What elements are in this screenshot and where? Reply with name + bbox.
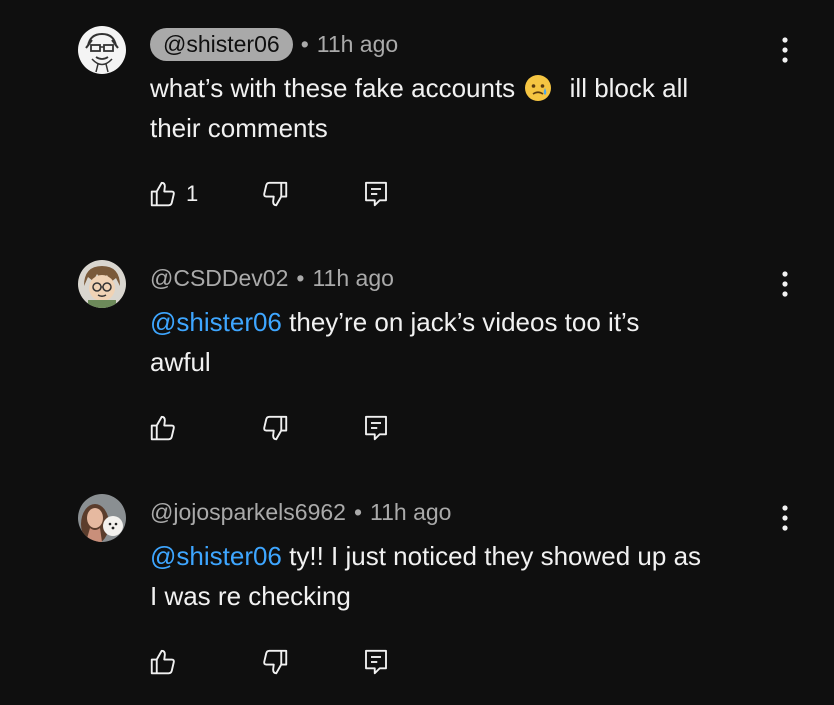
comment-text-line: their comments — [150, 113, 328, 143]
avatar-photo-icon — [78, 494, 126, 542]
dislike-button[interactable] — [260, 176, 290, 212]
reply-button[interactable] — [361, 644, 391, 680]
sad-tear-emoji-icon — [525, 75, 552, 101]
comment-item: @CSDDev02 • 11h ago @shister06 they’re o… — [0, 234, 834, 468]
meta-separator: • — [353, 499, 363, 525]
comment-actions: 1 — [148, 176, 408, 212]
avatar-drawing-icon — [78, 26, 126, 74]
meta-separator: • — [300, 31, 309, 57]
author-handle[interactable]: @jojosparkels6962 — [150, 499, 346, 526]
comment-text: what’s with these fake accounts ill bloc… — [150, 68, 770, 148]
thumbs-down-icon — [263, 415, 288, 441]
more-options-icon[interactable] — [770, 34, 800, 68]
avatar[interactable] — [78, 494, 126, 542]
reply-button[interactable] — [361, 410, 391, 446]
comment-time[interactable]: 11h ago — [370, 499, 451, 526]
mention-link[interactable]: @shister06 — [150, 541, 282, 571]
comment-meta: @jojosparkels6962 • 11h ago — [150, 496, 451, 529]
reply-comment-icon — [365, 649, 387, 675]
reply-comment-icon — [365, 415, 387, 441]
comment-time[interactable]: 11h ago — [317, 31, 398, 58]
comment-actions — [148, 410, 408, 446]
like-button[interactable] — [148, 410, 186, 446]
thumbs-up-icon — [150, 415, 175, 441]
avatar-drawing-icon — [78, 260, 126, 308]
avatar[interactable] — [78, 260, 126, 308]
comment-item: @jojosparkels6962 • 11h ago @shister06 t… — [0, 468, 834, 702]
dislike-button[interactable] — [260, 644, 290, 680]
comment-text-line: awful — [150, 347, 211, 377]
thumbs-down-icon — [263, 649, 288, 675]
dislike-button[interactable] — [260, 410, 290, 446]
thumbs-down-icon — [263, 181, 288, 207]
author-handle[interactable]: @shister06 — [150, 28, 293, 61]
meta-separator: • — [296, 265, 305, 291]
author-handle[interactable]: @CSDDev02 — [150, 265, 288, 292]
like-count: 1 — [186, 181, 199, 206]
thumbs-up-icon — [150, 181, 175, 207]
mention-link[interactable]: @shister06 — [150, 307, 282, 337]
thumbs-up-icon — [150, 649, 175, 675]
like-button[interactable]: 1 — [148, 176, 198, 212]
avatar[interactable] — [78, 26, 126, 74]
comment-item: @shister06 • 11h ago what’s with these f… — [0, 0, 834, 234]
reply-comment-icon — [365, 181, 387, 207]
comment-meta: @CSDDev02 • 11h ago — [150, 262, 394, 295]
more-options-icon[interactable] — [770, 502, 800, 536]
comment-text-continued: ill block all — [569, 73, 689, 103]
comment-text: @shister06 ty!! I just noticed they show… — [150, 536, 770, 616]
comment-text: @shister06 they’re on jack’s videos too … — [150, 302, 770, 382]
comment-text-line: ty!! I just noticed they showed up as — [281, 541, 702, 571]
comment-text-line: I was re checking — [150, 581, 351, 611]
more-options-icon[interactable] — [770, 268, 800, 302]
comment-text-line: they’re on jack’s videos too it’s — [281, 307, 640, 337]
reply-button[interactable] — [361, 176, 391, 212]
comment-text-line: what’s with these fake accounts — [150, 73, 516, 103]
comment-meta: @shister06 • 11h ago — [150, 28, 398, 61]
like-button[interactable] — [148, 644, 186, 680]
comment-actions — [148, 644, 408, 680]
comment-time[interactable]: 11h ago — [312, 265, 393, 292]
